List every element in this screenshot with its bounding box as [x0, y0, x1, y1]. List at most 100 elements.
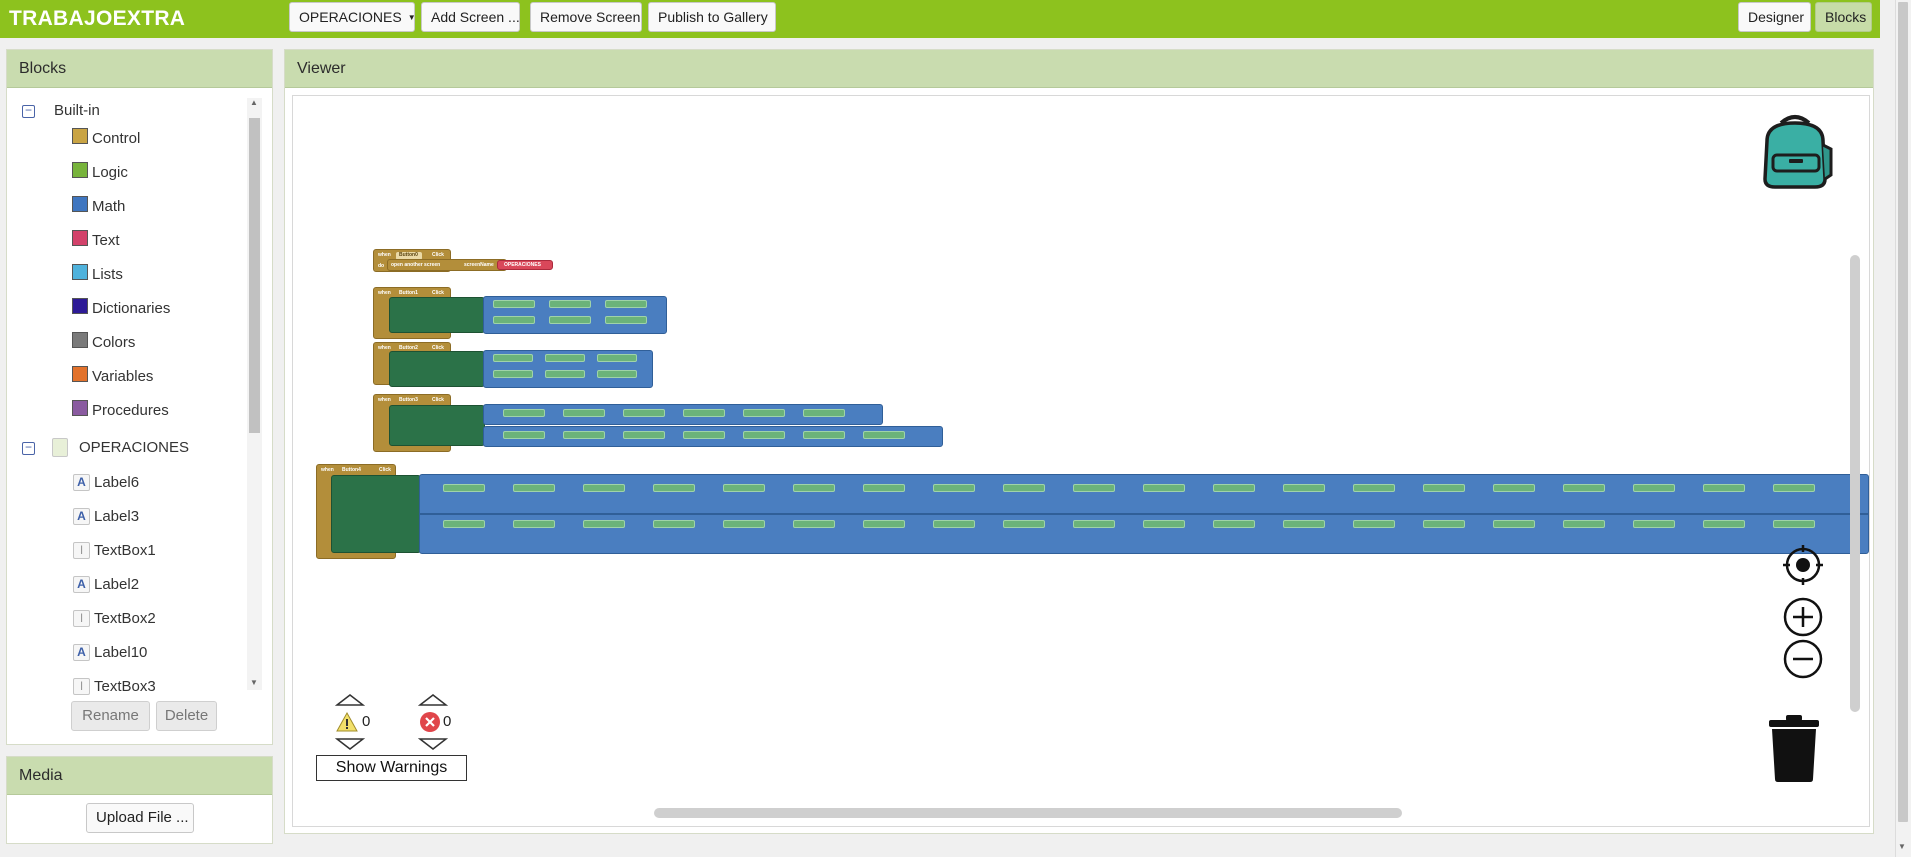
- remove-screen-button[interactable]: Remove Screen: [530, 2, 642, 32]
- component-getter-block[interactable]: [1143, 484, 1185, 492]
- component-getter-block[interactable]: [1073, 520, 1115, 528]
- component-getter-block[interactable]: [743, 431, 785, 439]
- backpack-icon[interactable]: [1753, 109, 1837, 193]
- page-scrollbar[interactable]: ▼: [1895, 0, 1911, 857]
- add-screen-button[interactable]: Add Screen ...: [421, 2, 520, 32]
- component-getter-block[interactable]: [597, 354, 637, 362]
- component-getter-block[interactable]: [1353, 484, 1395, 492]
- setter-block[interactable]: [331, 475, 421, 553]
- component-getter-block[interactable]: [1073, 484, 1115, 492]
- component-getter-block[interactable]: [545, 354, 585, 362]
- next-error-icon[interactable]: [418, 737, 448, 751]
- component-getter-block[interactable]: [803, 409, 845, 417]
- component-getter-block[interactable]: [653, 484, 695, 492]
- component-getter-block[interactable]: [623, 409, 665, 417]
- publish-gallery-button[interactable]: Publish to Gallery: [648, 2, 776, 32]
- component-getter-block[interactable]: [493, 316, 535, 324]
- builtin-category-procedures[interactable]: Procedures: [72, 398, 169, 424]
- component-getter-block[interactable]: [583, 484, 625, 492]
- designer-button[interactable]: Designer: [1738, 2, 1811, 32]
- component-getter-block[interactable]: [653, 520, 695, 528]
- component-getter-block[interactable]: [933, 484, 975, 492]
- builtin-category-math[interactable]: Math: [72, 194, 125, 220]
- trash-icon[interactable]: [1766, 713, 1822, 783]
- component-getter-block[interactable]: [493, 300, 535, 308]
- component-getter-block[interactable]: [443, 520, 485, 528]
- component-getter-block[interactable]: [933, 520, 975, 528]
- delete-button[interactable]: Delete: [156, 701, 217, 731]
- collapse-icon[interactable]: −: [22, 441, 35, 455]
- collapse-icon[interactable]: −: [22, 104, 35, 118]
- screen-selector-dropdown[interactable]: OPERACIONES ▼: [289, 2, 416, 32]
- component-getter-block[interactable]: [545, 370, 585, 378]
- builtin-category-colors[interactable]: Colors: [72, 330, 135, 356]
- tree-scrollbar[interactable]: ▲ ▼: [247, 98, 262, 690]
- component-getter-block[interactable]: [1493, 520, 1535, 528]
- component-getter-block[interactable]: [723, 484, 765, 492]
- builtin-category-lists[interactable]: Lists: [72, 262, 123, 288]
- component-getter-block[interactable]: [863, 484, 905, 492]
- component-getter-block[interactable]: [723, 520, 765, 528]
- component-getter-block[interactable]: [1283, 484, 1325, 492]
- component-getter-block[interactable]: [549, 316, 591, 324]
- scroll-up-icon[interactable]: ▲: [250, 98, 258, 107]
- component-getter-block[interactable]: [1423, 484, 1465, 492]
- workspace-horizontal-scrollbar[interactable]: [654, 808, 1402, 818]
- builtin-category-logic[interactable]: Logic: [72, 160, 128, 186]
- component-getter-block[interactable]: [1703, 484, 1745, 492]
- component-getter-block[interactable]: [563, 431, 605, 439]
- component-getter-block[interactable]: [513, 520, 555, 528]
- component-getter-block[interactable]: [493, 354, 533, 362]
- component-getter-block[interactable]: [493, 370, 533, 378]
- component-getter-block[interactable]: [1563, 484, 1605, 492]
- component-getter-block[interactable]: [803, 431, 845, 439]
- component-getter-block[interactable]: [1563, 520, 1605, 528]
- component-getter-block[interactable]: [623, 431, 665, 439]
- component-getter-block[interactable]: [605, 316, 647, 324]
- scroll-down-icon[interactable]: ▼: [250, 678, 258, 687]
- component-getter-block[interactable]: [743, 409, 785, 417]
- component-item[interactable]: I TextBox1: [73, 538, 156, 564]
- component-getter-block[interactable]: [1143, 520, 1185, 528]
- blocks-button[interactable]: Blocks: [1815, 2, 1872, 32]
- component-getter-block[interactable]: [503, 431, 545, 439]
- blocks-workspace[interactable]: when Button0 Click do open another scree…: [292, 95, 1870, 827]
- builtin-category-dictionaries[interactable]: Dictionaries: [72, 296, 170, 322]
- component-getter-block[interactable]: [1213, 484, 1255, 492]
- component-getter-block[interactable]: [863, 431, 905, 439]
- component-getter-block[interactable]: [1353, 520, 1395, 528]
- component-getter-block[interactable]: [1633, 484, 1675, 492]
- component-getter-block[interactable]: [1283, 520, 1325, 528]
- center-icon[interactable]: [1782, 544, 1824, 586]
- show-warnings-button[interactable]: Show Warnings: [316, 755, 467, 781]
- component-getter-block[interactable]: [1003, 520, 1045, 528]
- builtin-category-variables[interactable]: Variables: [72, 364, 153, 390]
- component-getter-block[interactable]: [1773, 520, 1815, 528]
- component-getter-block[interactable]: [503, 409, 545, 417]
- builtin-category-control[interactable]: Control: [72, 126, 140, 152]
- open-screen-block[interactable]: open another screen screenName: [387, 259, 507, 271]
- rename-button[interactable]: Rename: [71, 701, 150, 731]
- component-getter-block[interactable]: [1423, 520, 1465, 528]
- component-item[interactable]: I TextBox3: [73, 674, 156, 700]
- tree-scrollbar-thumb[interactable]: [249, 118, 260, 433]
- component-getter-block[interactable]: [1213, 520, 1255, 528]
- next-warning-icon[interactable]: [335, 737, 365, 751]
- component-getter-block[interactable]: [549, 300, 591, 308]
- component-getter-block[interactable]: [1773, 484, 1815, 492]
- previous-warning-icon[interactable]: [335, 693, 365, 707]
- setter-block[interactable]: [389, 405, 485, 446]
- component-item[interactable]: A Label2: [73, 572, 139, 598]
- upload-file-button[interactable]: Upload File ...: [86, 803, 194, 833]
- component-item[interactable]: A Label6: [73, 470, 139, 496]
- component-item[interactable]: A Label10: [73, 640, 147, 666]
- component-getter-block[interactable]: [793, 520, 835, 528]
- component-getter-block[interactable]: [583, 520, 625, 528]
- component-getter-block[interactable]: [605, 300, 647, 308]
- component-getter-block[interactable]: [683, 409, 725, 417]
- component-item[interactable]: A Label3: [73, 504, 139, 530]
- component-getter-block[interactable]: [513, 484, 555, 492]
- previous-error-icon[interactable]: [418, 693, 448, 707]
- setter-block[interactable]: [389, 297, 485, 333]
- component-getter-block[interactable]: [563, 409, 605, 417]
